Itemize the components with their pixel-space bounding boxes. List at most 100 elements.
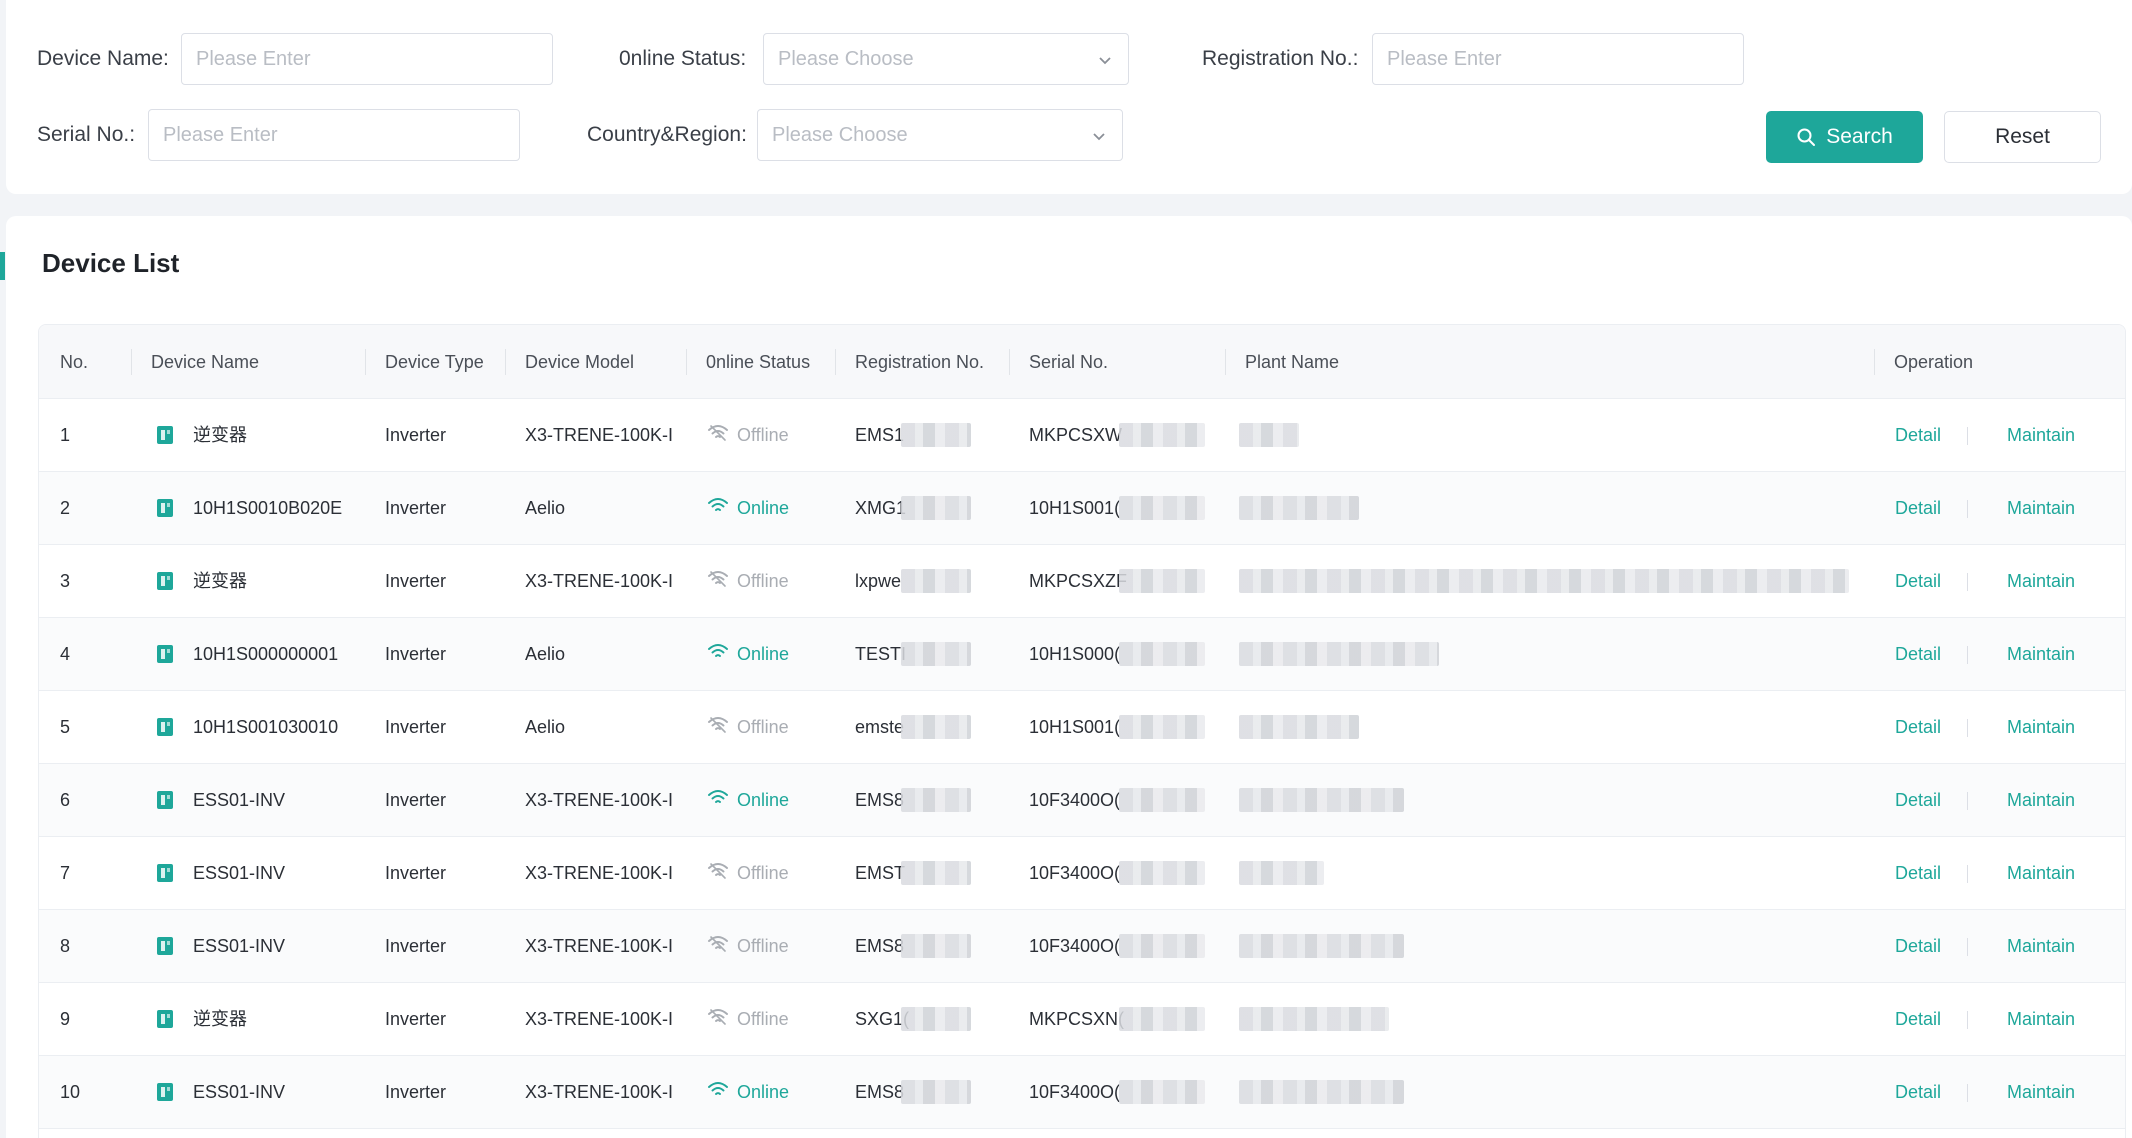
redacted-registration [901,861,971,885]
filter-panel: Device Name: 0nline Status: Please Choos… [6,0,2132,194]
search-button-label: Search [1826,125,1893,148]
cell-online-status: Offline [737,717,789,737]
wifi-icon [708,717,728,733]
cell-device-name: 逆变器 [193,425,247,445]
cell-serial-no: 10F3400O( [1029,1082,1121,1102]
table-row: 8 ESS01-INV Inverter X3-TRENE-100K-I Off… [39,910,2125,983]
cell-device-type: Inverter [385,1082,447,1102]
col-divider [1225,349,1226,375]
registration-no-input[interactable] [1372,33,1744,85]
page-title: Device List [42,248,180,278]
cell-no: 4 [60,644,71,664]
wifi-icon [708,1009,728,1025]
serial-no-input[interactable] [148,109,520,161]
redacted-serial [1119,1080,1205,1104]
operation-divider [1967,719,1968,737]
maintain-link[interactable]: Maintain [2007,910,2075,983]
cell-device-type: Inverter [385,425,447,445]
maintain-link[interactable]: Maintain [2007,1056,2075,1129]
redacted-serial [1119,423,1205,447]
cell-serial-no: 10H1S000( [1029,644,1121,664]
col-registration-no: Registration No. [855,352,985,372]
cell-serial-no: 10H1S001( [1029,498,1121,518]
detail-link[interactable]: Detail [1895,545,1941,618]
redacted-registration [901,569,971,593]
col-divider [1009,349,1010,375]
maintain-link[interactable]: Maintain [2007,618,2075,691]
country-region-select[interactable]: Please Choose [757,109,1123,161]
operation-divider [1967,427,1968,445]
redacted-plant-name [1239,1007,1389,1031]
maintain-link[interactable]: Maintain [2007,691,2075,764]
table-header: No. Device Name Device Type Device Model… [39,325,2125,399]
detail-link[interactable]: Detail [1895,399,1941,472]
cell-serial-no: MKPCSXZF [1029,571,1128,591]
redacted-registration [901,788,971,812]
maintain-link[interactable]: Maintain [2007,545,2075,618]
cell-device-model: X3-TRENE-100K-I [525,1009,674,1029]
device-table: No. Device Name Device Type Device Model… [38,324,2126,1138]
cell-device-model: X3-TRENE-100K-I [525,571,674,591]
maintain-link[interactable]: Maintain [2007,837,2075,910]
operation-divider [1967,1084,1968,1102]
chevron-down-icon [1093,133,1105,141]
operation-divider [1967,1011,1968,1029]
cell-device-model: Aelio [525,644,566,664]
detail-link[interactable]: Detail [1895,910,1941,983]
maintain-link[interactable]: Maintain [2007,472,2075,545]
table-row: 7 ESS01-INV Inverter X3-TRENE-100K-I Off… [39,837,2125,910]
redacted-registration [901,496,971,520]
cell-no: 6 [60,790,71,810]
detail-link[interactable]: Detail [1895,764,1941,837]
maintain-link[interactable]: Maintain [2007,399,2075,472]
chevron-down-icon [1099,57,1111,65]
cell-online-status: Online [737,644,790,664]
col-serial-no: Serial No. [1029,352,1109,372]
search-button[interactable]: Search [1766,111,1923,163]
col-divider [835,349,836,375]
col-no: No. [60,352,89,372]
online-status-select[interactable]: Please Choose [763,33,1129,85]
cell-online-status: Offline [737,863,789,883]
col-divider [365,349,366,375]
device-name-input[interactable] [181,33,553,85]
device-icon [157,572,173,590]
detail-link[interactable]: Detail [1895,691,1941,764]
table-row: 4 10H1S000000001 Inverter Aelio Online T… [39,618,2125,691]
detail-link[interactable]: Detail [1895,472,1941,545]
cell-online-status: Offline [737,936,789,956]
cell-registration-no: EMS8 [855,790,905,810]
wifi-icon [708,644,728,657]
cell-serial-no: 10F3400O( [1029,790,1121,810]
cell-no: 5 [60,717,71,737]
cell-device-name: ESS01-INV [193,1082,286,1102]
maintain-link[interactable]: Maintain [2007,764,2075,837]
device-name-label: Device Name: [37,47,169,70]
redacted-plant-name [1239,934,1404,958]
reset-button[interactable]: Reset [1944,111,2101,163]
cell-registration-no: EMST [855,863,906,883]
redacted-registration [901,642,971,666]
cell-no: 10 [60,1082,81,1102]
cell-registration-no: EMS8 [855,936,905,956]
col-divider [686,349,687,375]
table-row: 6 ESS01-INV Inverter X3-TRENE-100K-I Onl… [39,764,2125,837]
operation-divider [1967,573,1968,591]
detail-link[interactable]: Detail [1895,1056,1941,1129]
device-icon [157,645,173,663]
cell-device-model: X3-TRENE-100K-I [525,1082,674,1102]
col-plant-name: Plant Name [1245,352,1340,372]
cell-device-type: Inverter [385,644,447,664]
col-device-type: Device Type [385,352,484,372]
cell-registration-no: EMS8 [855,1082,905,1102]
detail-link[interactable]: Detail [1895,837,1941,910]
redacted-serial [1119,715,1205,739]
detail-link[interactable]: Detail [1895,618,1941,691]
redacted-serial [1119,496,1205,520]
serial-no-label: Serial No.: [37,123,136,146]
device-icon [157,791,173,809]
detail-link[interactable]: Detail [1895,983,1941,1056]
cell-device-model: X3-TRENE-100K-I [525,936,674,956]
maintain-link[interactable]: Maintain [2007,983,2075,1056]
cell-registration-no: emste [855,717,905,737]
